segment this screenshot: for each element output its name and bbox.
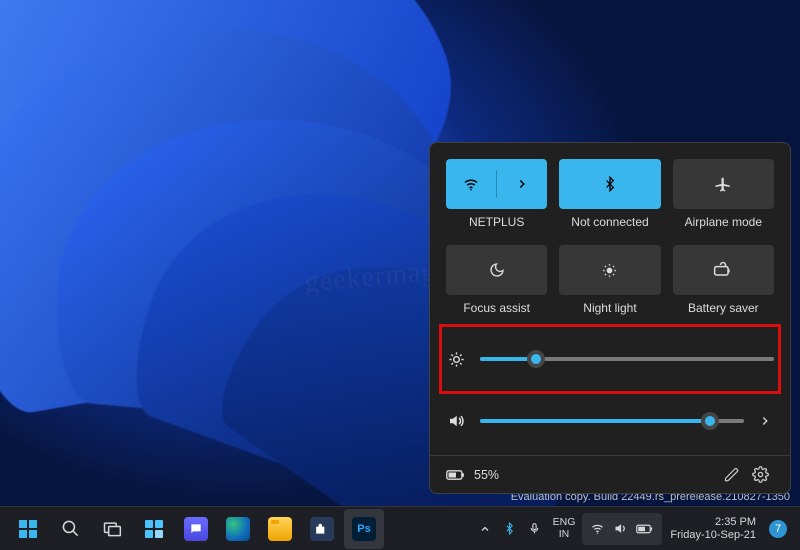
battery-percent: 55%	[474, 468, 499, 482]
tray-bluetooth[interactable]	[498, 509, 521, 549]
bluetooth-tile[interactable]	[559, 159, 660, 209]
night-light-label: Night light	[583, 301, 636, 315]
notifications-button[interactable]: 7	[764, 509, 792, 549]
volume-slider[interactable]	[480, 411, 744, 431]
start-button[interactable]	[8, 509, 48, 549]
wifi-toggle[interactable]	[446, 159, 496, 209]
night-light-icon	[601, 262, 618, 279]
wifi-label: NETPLUS	[469, 215, 524, 229]
store-button[interactable]	[302, 509, 342, 549]
battery-saver-icon	[713, 260, 733, 280]
moon-icon	[489, 262, 505, 278]
tray-microphone[interactable]	[523, 509, 546, 549]
search-icon	[61, 519, 80, 538]
volume-icon	[446, 412, 466, 430]
brightness-slider[interactable]	[480, 349, 774, 369]
search-button[interactable]	[50, 509, 90, 549]
bluetooth-label: Not connected	[571, 215, 648, 229]
airplane-icon	[714, 175, 732, 193]
volume-expand[interactable]	[758, 414, 774, 428]
edit-quick-settings-button[interactable]	[718, 467, 746, 483]
airplane-label: Airplane mode	[685, 215, 762, 229]
tray-overflow[interactable]	[474, 509, 496, 549]
file-explorer-button[interactable]	[260, 509, 300, 549]
notification-badge: 7	[769, 520, 787, 538]
focus-assist-tile[interactable]	[446, 245, 547, 295]
chevron-right-icon	[515, 177, 529, 191]
airplane-tile[interactable]	[673, 159, 774, 209]
clock[interactable]: 2:35 PMFriday-10-Sep-21	[664, 509, 762, 549]
volume-slider-row	[446, 393, 774, 449]
panel-footer: 55%	[430, 455, 790, 493]
wifi-icon	[462, 175, 480, 193]
widgets-button[interactable]	[134, 509, 174, 549]
photoshop-button[interactable]: Ps	[344, 509, 384, 549]
quick-settings-panel: NETPLUS Not connected Airplane mode Focu…	[429, 142, 791, 494]
battery-icon	[446, 468, 466, 482]
settings-button[interactable]	[746, 466, 774, 483]
battery-saver-label: Battery saver	[688, 301, 759, 315]
battery-icon	[636, 523, 654, 535]
task-view-icon	[102, 519, 122, 539]
bluetooth-icon	[602, 176, 618, 192]
battery-saver-tile[interactable]	[673, 245, 774, 295]
focus-assist-label: Focus assist	[463, 301, 530, 315]
system-tray-group[interactable]	[582, 513, 662, 545]
task-view-button[interactable]	[92, 509, 132, 549]
bluetooth-icon	[503, 522, 516, 535]
microphone-icon	[528, 522, 541, 535]
windows-icon	[18, 519, 38, 539]
volume-icon	[613, 521, 628, 536]
night-light-tile[interactable]	[559, 245, 660, 295]
taskbar: Ps ENGIN 2:35 PMFriday-10-Sep-21 7	[0, 506, 800, 550]
language-indicator[interactable]: ENGIN	[548, 509, 581, 549]
widgets-icon	[144, 519, 164, 539]
wifi-tile[interactable]	[446, 159, 547, 209]
brightness-icon	[446, 351, 466, 368]
chat-icon	[189, 522, 203, 536]
wifi-expand[interactable]	[497, 159, 547, 209]
wifi-icon	[590, 521, 605, 536]
chat-button[interactable]	[176, 509, 216, 549]
chevron-up-icon	[479, 523, 491, 535]
edge-button[interactable]	[218, 509, 258, 549]
brightness-slider-row	[446, 331, 774, 387]
